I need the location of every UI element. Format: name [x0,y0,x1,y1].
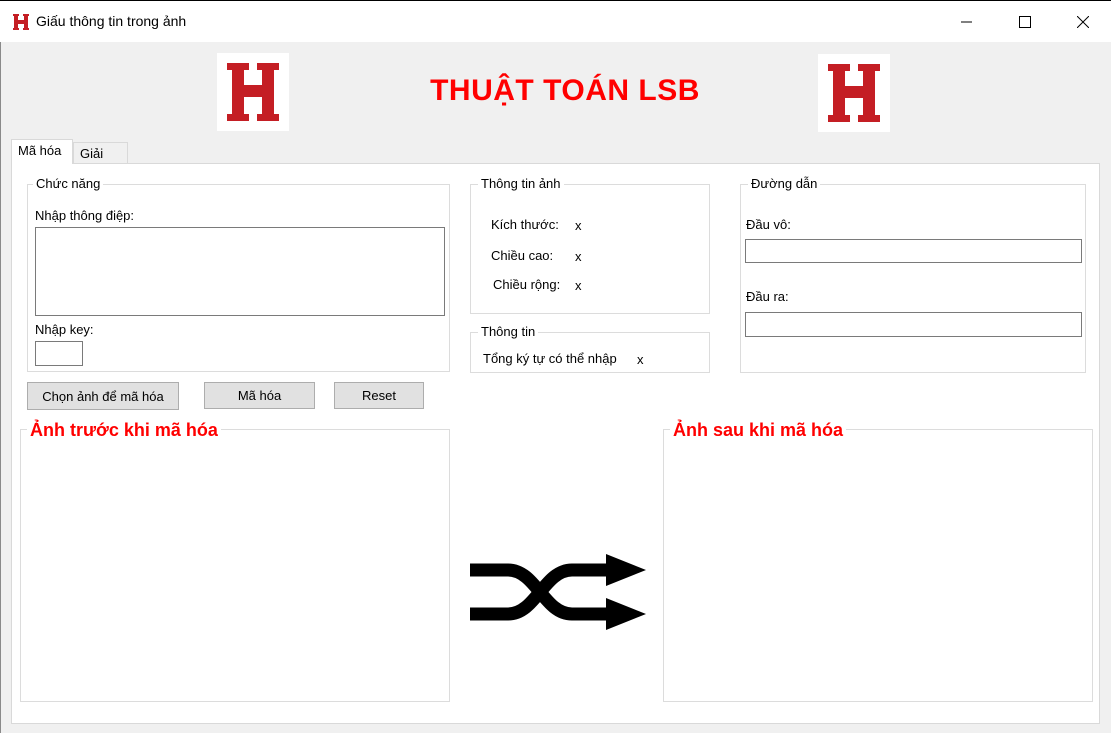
h-logo-icon [227,63,279,121]
output-path-field[interactable] [745,312,1082,337]
group-thong-tin-legend: Thông tin [478,324,539,339]
choose-image-button[interactable]: Chọn ảnh để mã hóa [27,382,179,410]
height-value: x [575,249,582,264]
key-input[interactable] [35,341,83,366]
maximize-button[interactable] [996,1,1054,43]
window-title: Giấu thông tin trong ảnh [36,13,187,29]
after-image-legend: Ảnh sau khi mã hóa [670,420,847,441]
message-label: Nhập thông điệp: [35,208,135,223]
window-border [0,42,1,733]
width-value: x [575,278,582,293]
encode-button[interactable]: Mã hóa [204,382,315,409]
group-thong-tin-anh-legend: Thông tin ảnh [478,176,564,191]
tab-giai-ma[interactable]: Giải mã [73,142,128,176]
group-chuc-nang-legend: Chức năng [33,176,104,191]
shuffle-icon [470,552,646,632]
left-logo [217,53,289,131]
output-path-label: Đầu ra: [746,289,789,304]
message-textarea[interactable] [35,227,445,316]
minimize-icon [961,21,972,23]
size-label: Kích thước: [491,217,559,232]
before-image-box [20,429,450,702]
maximize-icon [1019,16,1031,28]
char-capacity-value: x [637,352,644,367]
group-duong-dan [740,184,1086,373]
h-logo-icon [828,64,880,122]
h-logo-icon [13,13,29,31]
reset-button[interactable]: Reset [334,382,424,409]
size-value: x [575,218,582,233]
right-logo [818,54,890,132]
minimize-button[interactable] [938,1,996,43]
tab-ma-hoa[interactable]: Mã hóa [11,139,73,164]
input-path-label: Đầu vô: [746,217,791,232]
char-capacity-label: Tổng ký tự có thể nhập [483,351,617,366]
width-label: Chiều rộng: [493,277,561,292]
height-label: Chiều cao: [491,248,554,263]
group-duong-dan-legend: Đường dẫn [748,176,821,191]
input-path-field[interactable] [745,239,1082,263]
before-image-legend: Ảnh trước khi mã hóa [27,420,221,441]
close-button[interactable] [1054,1,1111,43]
close-icon [1077,16,1089,28]
title-bar: Giấu thông tin trong ảnh [0,0,1111,42]
after-image-box [663,429,1093,702]
key-label: Nhập key: [35,322,94,337]
header-title: THUẬT TOÁN LSB [430,74,700,107]
